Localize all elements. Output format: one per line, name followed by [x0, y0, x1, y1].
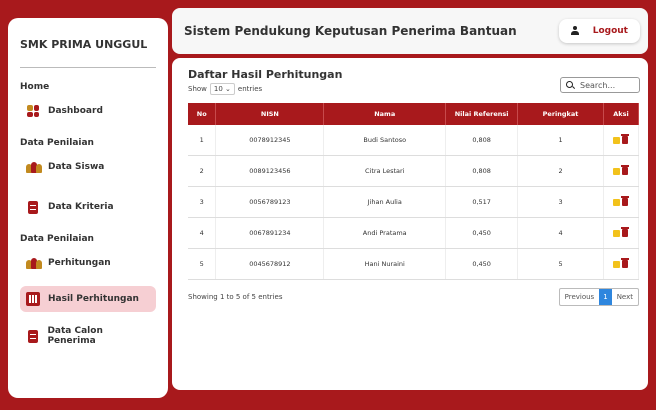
- divider: [20, 67, 156, 68]
- cell-peringkat: 1: [517, 125, 604, 156]
- cell-nilai: 0,517: [445, 186, 519, 218]
- column-header: Aksi: [603, 103, 640, 125]
- section-data-penilaian-2: Data Penilaian: [20, 234, 94, 244]
- table-row: 4 0067891234 Andi Pratama 0,450 4: [188, 217, 640, 249]
- table-header-row: No NISN Nama Nilai Referensi Peringkat A…: [188, 103, 640, 125]
- table-row: 1 0078912345 Budi Santoso 0,808 1: [188, 125, 640, 156]
- cell-no: 2: [188, 155, 217, 187]
- cell-peringkat: 5: [517, 248, 604, 280]
- cell-nisn: 0089123456: [215, 155, 325, 187]
- cell-nama: Jihan Aulia: [323, 186, 447, 218]
- entries-value: 10: [213, 85, 223, 93]
- table-row: 5 0045678912 Hani Nuraini 0,450 5: [188, 248, 640, 280]
- user-icon: [570, 26, 579, 36]
- cell-no: 5: [188, 248, 217, 280]
- show-entries: Show 10 ⌄ entries: [188, 83, 262, 95]
- document-icon: [26, 329, 39, 343]
- chevron-down-icon: ⌄: [225, 85, 231, 93]
- cell-nama: Citra Lestari: [323, 155, 447, 187]
- search-icon: [566, 81, 574, 89]
- sidebar-item-hasil-perhitungan[interactable]: Hasil Perhitungan: [20, 286, 156, 312]
- cell-nisn: 0045678912: [215, 248, 325, 280]
- sidebar-item-label: Dashboard: [48, 106, 103, 116]
- entries-label: entries: [237, 85, 263, 93]
- trash-icon[interactable]: [621, 134, 630, 144]
- edit-icon[interactable]: [613, 198, 621, 206]
- column-header[interactable]: No: [188, 103, 217, 125]
- trash-icon[interactable]: [621, 227, 630, 237]
- dashboard-icon: [26, 104, 40, 118]
- table-footer: Showing 1 to 5 of 5 entries Previous 1 N…: [188, 288, 639, 306]
- column-header[interactable]: NISN: [215, 103, 325, 125]
- cell-aksi: [603, 186, 640, 218]
- edit-icon[interactable]: [613, 167, 621, 175]
- sidebar-item-data-kriteria[interactable]: Data Kriteria: [20, 194, 156, 220]
- sidebar-item-perhitungan[interactable]: Perhitungan: [20, 250, 156, 276]
- entries-select[interactable]: 10 ⌄: [209, 83, 235, 95]
- cell-peringkat: 4: [517, 217, 604, 249]
- cell-nisn: 0056789123: [215, 186, 325, 218]
- column-header[interactable]: Nilai Referensi: [445, 103, 519, 125]
- table-toolbar: Show 10 ⌄ entries Search...: [188, 77, 640, 95]
- sidebar-item-data-calon-penerima[interactable]: Data Calon Penerima: [20, 320, 156, 352]
- chart-icon: [26, 292, 40, 306]
- cell-no: 3: [188, 186, 217, 218]
- table-row: 2 0089123456 Citra Lestari 0,808 2: [188, 155, 640, 187]
- cell-nama: Budi Santoso: [323, 125, 447, 156]
- sidebar-item-dashboard[interactable]: Dashboard: [20, 98, 156, 124]
- sidebar-item-label: Data Siswa: [48, 162, 105, 172]
- cell-nama: Andi Pratama: [323, 217, 447, 249]
- pagination: Previous 1 Next: [558, 288, 639, 306]
- results-table: No NISN Nama Nilai Referensi Peringkat A…: [188, 103, 640, 280]
- trash-icon[interactable]: [621, 196, 630, 206]
- search-input[interactable]: Search...: [560, 77, 640, 93]
- top-header: Sistem Pendukung Keputusan Penerima Bant…: [172, 8, 648, 54]
- cell-aksi: [603, 155, 640, 187]
- cell-nilai: 0,450: [445, 217, 519, 249]
- logout-label: Logout: [592, 26, 628, 36]
- page-1-button[interactable]: 1: [599, 289, 612, 305]
- cell-nilai: 0,808: [445, 125, 519, 156]
- previous-button[interactable]: Previous: [560, 289, 600, 305]
- table-row: 3 0056789123 Jihan Aulia 0,517 3: [188, 186, 640, 218]
- sidebar-item-label: Hasil Perhitungan: [48, 294, 139, 304]
- cell-nilai: 0,450: [445, 248, 519, 280]
- edit-icon[interactable]: [613, 260, 621, 268]
- entries-info: Showing 1 to 5 of 5 entries: [188, 293, 283, 301]
- show-label: Show: [188, 85, 207, 93]
- users-icon: [26, 160, 42, 174]
- users-icon: [26, 256, 42, 270]
- cell-nilai: 0,808: [445, 155, 519, 187]
- app-title: Sistem Pendukung Keputusan Penerima Bant…: [184, 24, 517, 38]
- column-header[interactable]: Peringkat: [517, 103, 604, 125]
- cell-no: 4: [188, 217, 217, 249]
- logout-button[interactable]: Logout: [558, 19, 640, 43]
- main-panel: Daftar Hasil Perhitungan Show 10 ⌄ entri…: [172, 58, 648, 390]
- cell-aksi: [603, 125, 640, 156]
- sidebar-item-data-siswa[interactable]: Data Siswa: [20, 154, 156, 180]
- section-home: Home: [20, 82, 50, 92]
- column-header[interactable]: Nama: [323, 103, 447, 125]
- trash-icon[interactable]: [621, 258, 630, 268]
- document-icon: [26, 200, 40, 214]
- sidebar: SMK PRIMA UNGGUL Home Dashboard Data Pen…: [8, 18, 168, 398]
- trash-icon[interactable]: [621, 165, 630, 175]
- cell-nama: Hani Nuraini: [323, 248, 447, 280]
- cell-peringkat: 2: [517, 155, 604, 187]
- edit-icon[interactable]: [613, 136, 621, 144]
- edit-icon[interactable]: [613, 229, 621, 237]
- cell-no: 1: [188, 125, 217, 156]
- cell-aksi: [603, 217, 640, 249]
- search-placeholder: Search...: [580, 80, 616, 90]
- sidebar-item-label: Perhitungan: [48, 258, 111, 268]
- sidebar-item-label: Data Calon Penerima: [47, 326, 103, 346]
- next-button[interactable]: Next: [612, 289, 638, 305]
- cell-aksi: [603, 248, 640, 280]
- cell-nisn: 0067891234: [215, 217, 325, 249]
- sidebar-item-label: Data Kriteria: [48, 202, 114, 212]
- section-data-penilaian: Data Penilaian: [20, 138, 94, 148]
- cell-nisn: 0078912345: [215, 125, 325, 156]
- cell-peringkat: 3: [517, 186, 604, 218]
- brand-title: SMK PRIMA UNGGUL: [20, 38, 148, 51]
